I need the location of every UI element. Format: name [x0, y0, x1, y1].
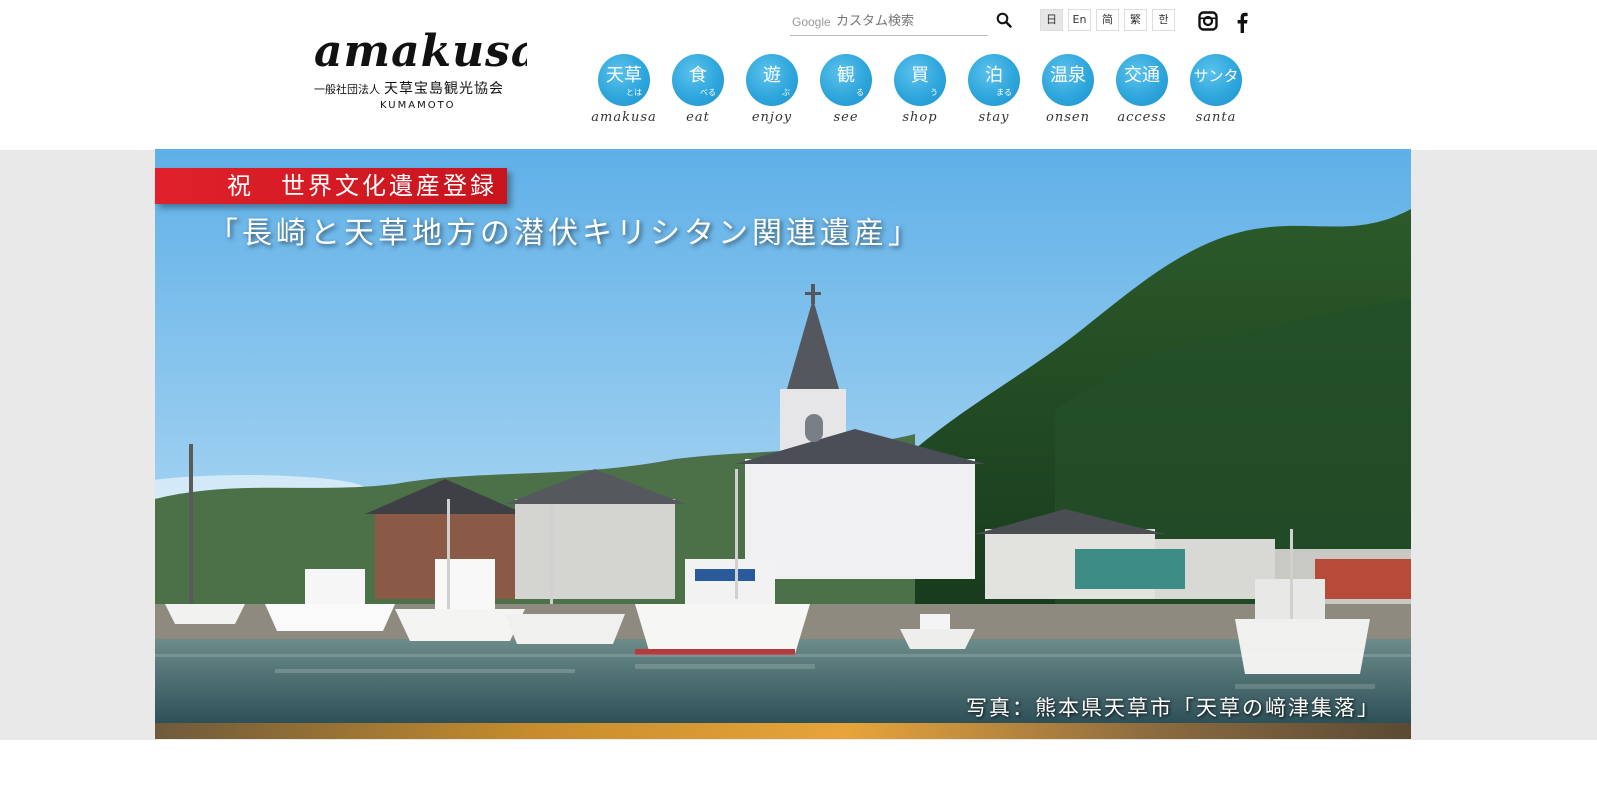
heritage-ribbon: 祝 世界文化遺産登録 [155, 168, 507, 204]
nav-label-kana: とは [626, 88, 642, 97]
facebook-icon [1237, 12, 1248, 34]
nav-item-shop[interactable]: 買 う shop [884, 52, 954, 132]
language-switcher: 日 En 简 繁 한 [1040, 9, 1175, 31]
lang-ja[interactable]: 日 [1040, 9, 1063, 31]
logo-org-name: 天草宝島観光協会 [384, 81, 504, 97]
nav-label-en: amakusa [591, 110, 657, 125]
lang-zh-tw[interactable]: 繁 [1124, 9, 1147, 31]
search-button[interactable] [996, 12, 1012, 28]
nav-item-santa[interactable]: サンタ santa [1180, 52, 1250, 132]
nav-item-amakusa[interactable]: 天草 とは amakusa [588, 52, 658, 132]
nav-circle: 買 う [894, 54, 946, 106]
nav-label-en: eat [686, 110, 710, 125]
nav-label-en: shop [902, 110, 938, 125]
search-brand: Google [792, 15, 831, 29]
nav-circle: 食 べる [672, 54, 724, 106]
nav-label-jp: 買 [911, 65, 929, 86]
nav-label-kana: う [930, 88, 938, 97]
site-logo[interactable]: amakusa 一般社団法人 天草宝島観光協会 KUMAMOTO [312, 26, 527, 118]
lang-ko[interactable]: 한 [1152, 9, 1175, 31]
lang-en[interactable]: En [1068, 9, 1091, 31]
nav-item-see[interactable]: 観 る see [810, 52, 880, 132]
nav-item-access[interactable]: 交通 access [1106, 52, 1176, 132]
logo-org: 一般社団法人 天草宝島観光協会 [314, 78, 504, 98]
nav-label-jp: 交通 [1124, 65, 1160, 86]
nav-label-en: access [1117, 110, 1167, 125]
nav-circle: 遊 ぶ [746, 54, 798, 106]
nav-item-enjoy[interactable]: 遊 ぶ enjoy [736, 52, 806, 132]
lang-zh-cn[interactable]: 简 [1096, 9, 1119, 31]
hero-caption: 写真：熊本県天草市「天草の﨑津集落」 [966, 696, 1380, 720]
logo-script: amakusa [312, 26, 527, 74]
nav-label-kana: ぶ [782, 88, 790, 97]
nav-circle: 温泉 [1042, 54, 1094, 106]
nav-label-en: santa [1195, 110, 1237, 125]
nav-label-jp: サンタ [1193, 67, 1239, 85]
search-box: Google [790, 8, 988, 36]
nav-label-jp: 観 [837, 65, 855, 86]
nav-circle: 泊 まる [968, 54, 1020, 106]
ribbon-text: 祝 世界文化遺産登録 [227, 172, 497, 200]
nav-circle: 観 る [820, 54, 872, 106]
nav-item-eat[interactable]: 食 べる eat [662, 52, 732, 132]
nav-item-stay[interactable]: 泊 まる stay [958, 52, 1028, 132]
nav-label-en: see [833, 110, 859, 125]
nav-label-en: enjoy [751, 110, 793, 125]
nav-label-kana: まる [996, 88, 1012, 97]
nav-label-jp: 食 [689, 65, 707, 86]
search-input[interactable] [836, 10, 984, 32]
nav-label-jp: 天草 [606, 65, 642, 86]
nav-circle: サンタ [1190, 54, 1242, 106]
nav-label-jp: 遊 [763, 65, 781, 86]
instagram-link[interactable] [1198, 11, 1218, 31]
nav-label-kana: る [856, 88, 864, 97]
nav-circle: 交通 [1116, 54, 1168, 106]
next-slide-preview[interactable] [155, 723, 1411, 739]
nav-item-onsen[interactable]: 温泉 onsen [1032, 52, 1102, 132]
nav-label-jp: 温泉 [1050, 65, 1086, 86]
nav-label-kana: べる [700, 88, 716, 97]
site-header: amakusa 一般社団法人天草宝島観光協会 KUMAMOTO Google 日… [0, 0, 1597, 150]
facebook-link[interactable] [1234, 11, 1254, 34]
nav-circle: 天草 とは [598, 54, 650, 106]
nav-label-en: onsen [1046, 110, 1090, 125]
logo-sub: KUMAMOTO [380, 100, 456, 111]
nav-label-jp: 泊 [985, 65, 1003, 86]
instagram-icon [1198, 11, 1218, 31]
logo-script-text: amakusa [314, 26, 527, 74]
search-icon [996, 12, 1012, 28]
hero-title: 「長崎と天草地方の潜伏キリシタン関連遺産」 [208, 216, 922, 251]
logo-org-prefix: 一般社団法人 [314, 83, 380, 96]
logo-script-mark: amakusa [314, 26, 527, 74]
nav-label-en: stay [978, 110, 1010, 125]
